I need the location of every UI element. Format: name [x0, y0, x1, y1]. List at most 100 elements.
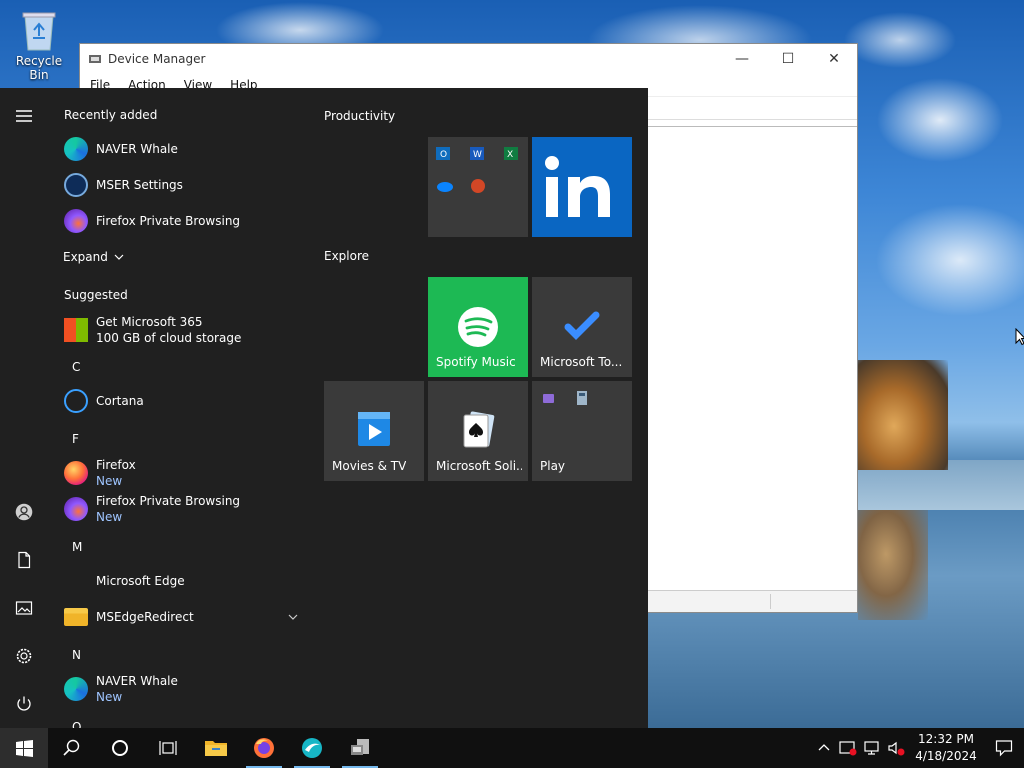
pictures-icon: [15, 601, 33, 615]
cortana-icon: [64, 389, 88, 413]
user-icon: [15, 503, 33, 521]
app-name: MSEdgeRedirect: [96, 610, 194, 624]
cortana-circle-icon: [112, 740, 128, 756]
wallpaper-cliff-reflection: [858, 510, 928, 620]
tile-play-folder[interactable]: Play: [532, 381, 632, 481]
tile-microsoft-todo[interactable]: Microsoft To...: [532, 277, 632, 377]
app-list[interactable]: Recently added NAVER Whale MSER Settings…: [48, 88, 312, 728]
suggested-title: Get Microsoft 365: [96, 315, 203, 329]
minimize-button[interactable]: —: [719, 44, 765, 74]
gear-icon: [16, 648, 32, 664]
app-cortana[interactable]: Cortana: [48, 383, 312, 419]
solitaire-cards-icon: [463, 411, 495, 448]
device-manager-icon: [351, 739, 369, 755]
mouse-cursor-icon: [1015, 328, 1024, 346]
security-tray-button[interactable]: [836, 728, 860, 768]
naver-whale-taskbar-button[interactable]: [288, 728, 336, 768]
volume-muted-icon: [888, 741, 905, 756]
suggested-microsoft-365[interactable]: Get Microsoft 365 100 GB of cloud storag…: [48, 311, 312, 349]
shield-warning-icon: [839, 741, 857, 756]
svg-text:X: X: [507, 150, 513, 160]
task-view-button[interactable]: [144, 728, 192, 768]
letter-header-o[interactable]: O: [72, 720, 81, 728]
chevron-down-icon: [114, 254, 124, 260]
network-icon: [864, 741, 879, 755]
volume-tray-button[interactable]: [884, 728, 908, 768]
app-name: NAVER Whale: [96, 674, 178, 688]
app-mser-settings[interactable]: MSER Settings: [48, 167, 312, 203]
maximize-button[interactable]: ☐: [765, 44, 811, 74]
hamburger-menu-button[interactable]: [0, 92, 48, 140]
pictures-button[interactable]: [0, 584, 48, 632]
suggested-subtitle: 100 GB of cloud storage: [96, 331, 242, 345]
tile-movies-tv[interactable]: Movies & TV: [324, 381, 424, 481]
expand-button[interactable]: Expand: [63, 250, 124, 264]
file-explorer-taskbar-button[interactable]: [192, 728, 240, 768]
tile-label: Movies & TV: [332, 459, 407, 473]
search-button[interactable]: [48, 728, 96, 768]
clock-button[interactable]: 12:32 PM 4/18/2024: [908, 731, 984, 765]
app-naver-whale[interactable]: NAVER Whale New: [48, 671, 312, 707]
letter-header-f[interactable]: F: [72, 432, 79, 446]
power-button[interactable]: [0, 680, 48, 728]
app-microsoft-edge[interactable]: Microsoft Edge: [48, 563, 312, 599]
movies-tv-icon: [358, 412, 390, 446]
taskbar: 12:32 PM 4/18/2024: [0, 728, 1024, 768]
tile-spotify[interactable]: Spotify Music: [428, 277, 528, 377]
tile-office-apps[interactable]: O W X: [428, 137, 528, 237]
group-explore[interactable]: Explore: [324, 249, 369, 263]
window-title: Device Manager: [108, 52, 206, 66]
task-view-icon: [159, 741, 177, 755]
firefox-private-icon: [64, 497, 88, 521]
wallpaper-cliff: [858, 360, 948, 470]
firefox-taskbar-button[interactable]: [240, 728, 288, 768]
suggested-heading: Suggested: [64, 288, 128, 302]
action-center-button[interactable]: [984, 728, 1024, 768]
hamburger-icon: [16, 110, 32, 122]
microsoft-365-icon: [64, 318, 88, 342]
group-productivity[interactable]: Productivity: [324, 109, 395, 123]
app-firefox-private-recent[interactable]: Firefox Private Browsing: [48, 203, 312, 239]
app-firefox[interactable]: Firefox New: [48, 455, 312, 491]
app-name: Cortana: [96, 394, 144, 408]
tile-linkedin[interactable]: [532, 137, 632, 237]
tile-label: Microsoft To...: [540, 355, 623, 369]
device-manager-taskbar-button[interactable]: [336, 728, 384, 768]
close-button[interactable]: ✕: [811, 44, 857, 74]
account-button[interactable]: [0, 488, 48, 536]
show-hidden-icons-button[interactable]: [812, 728, 836, 768]
naver-whale-icon: [64, 677, 88, 701]
window-titlebar[interactable]: Device Manager — ☐ ✕: [80, 44, 857, 74]
windows-logo-icon: [15, 739, 33, 757]
tile-label: Microsoft Soli...: [436, 459, 522, 473]
recycle-bin-label: Recycle Bin: [15, 54, 63, 82]
new-badge: New: [96, 474, 123, 488]
edge-icon: [64, 569, 88, 593]
naver-whale-icon: [302, 738, 322, 758]
app-name: Microsoft Edge: [96, 574, 185, 588]
clock-time: 12:32 PM: [918, 732, 974, 746]
firefox-private-icon: [64, 209, 88, 233]
app-firefox-private[interactable]: Firefox Private Browsing New: [48, 491, 312, 527]
svg-text:W: W: [473, 150, 482, 160]
letter-header-n[interactable]: N: [72, 648, 81, 662]
checkmark-icon: [564, 311, 600, 340]
network-tray-button[interactable]: [860, 728, 884, 768]
app-name: Firefox Private Browsing: [96, 494, 241, 508]
documents-button[interactable]: [0, 536, 48, 584]
naver-whale-icon: [64, 137, 88, 161]
svg-text:O: O: [440, 150, 447, 160]
letter-header-c[interactable]: C: [72, 360, 80, 374]
spotify-icon: [458, 307, 498, 347]
settings-button[interactable]: [0, 632, 48, 680]
tile-microsoft-solitaire[interactable]: Microsoft Soli...: [428, 381, 528, 481]
chevron-up-icon: [818, 744, 830, 751]
recycle-bin-desktop-icon[interactable]: Recycle Bin: [6, 8, 72, 82]
cortana-button[interactable]: [96, 728, 144, 768]
device-manager-icon: [89, 55, 101, 63]
folder-msedgeredirect[interactable]: MSEdgeRedirect: [48, 599, 312, 635]
start-button[interactable]: [0, 728, 48, 768]
letter-header-m[interactable]: M: [72, 540, 82, 554]
new-badge: New: [96, 510, 123, 524]
app-naver-whale-recent[interactable]: NAVER Whale: [48, 131, 312, 167]
